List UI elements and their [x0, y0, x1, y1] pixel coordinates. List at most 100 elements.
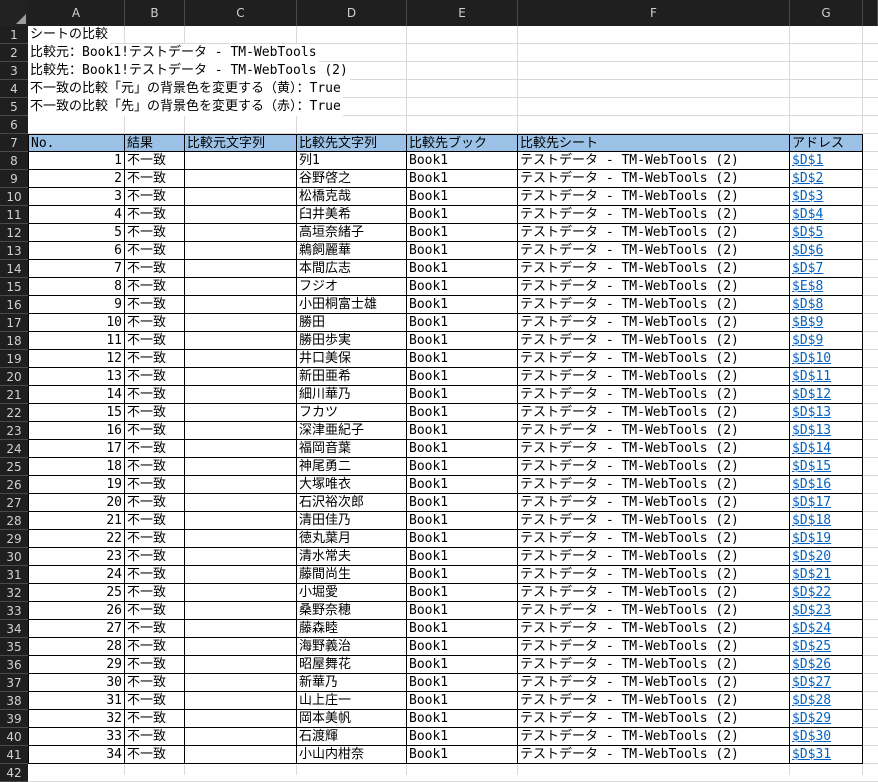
target-sheet-cell[interactable]: テストデータ - TM-WebTools (2) — [518, 746, 790, 764]
target-string-cell[interactable]: 大塚唯衣 — [297, 476, 407, 494]
target-book-cell[interactable]: Book1 — [407, 530, 518, 548]
address-link[interactable]: $B$9 — [790, 314, 863, 332]
result-cell[interactable]: 不一致 — [125, 278, 185, 296]
table-cell[interactable] — [185, 458, 297, 476]
column-header-a[interactable]: A — [28, 0, 125, 26]
result-cell[interactable]: 不一致 — [125, 260, 185, 278]
target-sheet-cell[interactable]: テストデータ - TM-WebTools (2) — [518, 386, 790, 404]
info-line[interactable]: 比較元：Book1!テストデータ - TM-WebTools — [28, 44, 319, 62]
row-header-1[interactable]: 1 — [0, 26, 28, 44]
row-number-cell[interactable]: 31 — [28, 692, 125, 710]
target-string-cell[interactable]: 細川華乃 — [297, 386, 407, 404]
target-sheet-cell[interactable]: テストデータ - TM-WebTools (2) — [518, 512, 790, 530]
result-cell[interactable]: 不一致 — [125, 566, 185, 584]
row-number-cell[interactable]: 30 — [28, 674, 125, 692]
row-header-38[interactable]: 38 — [0, 692, 28, 710]
column-header-f[interactable]: F — [518, 0, 790, 26]
row-number-cell[interactable]: 2 — [28, 170, 125, 188]
table-cell[interactable] — [185, 386, 297, 404]
table-cell[interactable] — [185, 656, 297, 674]
target-string-cell[interactable]: 徳丸葉月 — [297, 530, 407, 548]
result-cell[interactable]: 不一致 — [125, 692, 185, 710]
target-sheet-cell[interactable]: テストデータ - TM-WebTools (2) — [518, 602, 790, 620]
target-book-cell[interactable]: Book1 — [407, 638, 518, 656]
row-header-3[interactable]: 3 — [0, 62, 28, 80]
row-number-cell[interactable]: 14 — [28, 386, 125, 404]
target-sheet-cell[interactable]: テストデータ - TM-WebTools (2) — [518, 638, 790, 656]
table-cell[interactable] — [185, 260, 297, 278]
target-string-cell[interactable]: 神尾勇二 — [297, 458, 407, 476]
table-cell[interactable] — [185, 476, 297, 494]
row-number-cell[interactable]: 4 — [28, 206, 125, 224]
table-cell[interactable] — [185, 242, 297, 260]
result-cell[interactable]: 不一致 — [125, 404, 185, 422]
info-line[interactable]: 比較先：Book1!テストデータ - TM-WebTools (2) — [28, 62, 350, 80]
table-header-cell[interactable]: 比較先シート — [518, 134, 790, 152]
result-cell[interactable]: 不一致 — [125, 170, 185, 188]
target-sheet-cell[interactable]: テストデータ - TM-WebTools (2) — [518, 422, 790, 440]
target-sheet-cell[interactable]: テストデータ - TM-WebTools (2) — [518, 548, 790, 566]
target-book-cell[interactable]: Book1 — [407, 674, 518, 692]
row-header-2[interactable]: 2 — [0, 44, 28, 62]
address-link[interactable]: $D$22 — [790, 584, 863, 602]
address-link[interactable]: $D$26 — [790, 656, 863, 674]
target-sheet-cell[interactable]: テストデータ - TM-WebTools (2) — [518, 656, 790, 674]
address-link[interactable]: $D$28 — [790, 692, 863, 710]
table-cell[interactable] — [185, 692, 297, 710]
target-book-cell[interactable]: Book1 — [407, 206, 518, 224]
target-book-cell[interactable]: Book1 — [407, 260, 518, 278]
row-header-8[interactable]: 8 — [0, 152, 28, 170]
table-cell[interactable] — [185, 278, 297, 296]
column-header-g[interactable]: G — [790, 0, 863, 26]
table-cell[interactable] — [185, 638, 297, 656]
table-cell[interactable] — [185, 728, 297, 746]
result-cell[interactable]: 不一致 — [125, 386, 185, 404]
row-number-cell[interactable]: 24 — [28, 566, 125, 584]
target-string-cell[interactable]: 清水常夫 — [297, 548, 407, 566]
target-sheet-cell[interactable]: テストデータ - TM-WebTools (2) — [518, 296, 790, 314]
row-number-cell[interactable]: 7 — [28, 260, 125, 278]
row-header-21[interactable]: 21 — [0, 386, 28, 404]
select-all-corner[interactable] — [0, 0, 28, 26]
target-sheet-cell[interactable]: テストデータ - TM-WebTools (2) — [518, 170, 790, 188]
row-header-25[interactable]: 25 — [0, 458, 28, 476]
result-cell[interactable]: 不一致 — [125, 440, 185, 458]
target-string-cell[interactable]: 高垣奈緒子 — [297, 224, 407, 242]
row-header-30[interactable]: 30 — [0, 548, 28, 566]
column-header-c[interactable]: C — [185, 0, 297, 26]
row-number-cell[interactable]: 5 — [28, 224, 125, 242]
address-link[interactable]: $D$8 — [790, 296, 863, 314]
table-header-cell[interactable]: 比較先ブック — [407, 134, 518, 152]
table-cell[interactable] — [185, 530, 297, 548]
table-cell[interactable] — [185, 584, 297, 602]
row-header-26[interactable]: 26 — [0, 476, 28, 494]
table-cell[interactable] — [185, 206, 297, 224]
row-header-7[interactable]: 7 — [0, 134, 28, 152]
target-string-cell[interactable]: 小田桐富士雄 — [297, 296, 407, 314]
row-number-cell[interactable]: 25 — [28, 584, 125, 602]
target-book-cell[interactable]: Book1 — [407, 296, 518, 314]
row-number-cell[interactable]: 33 — [28, 728, 125, 746]
target-string-cell[interactable]: 深津亜紀子 — [297, 422, 407, 440]
table-cell[interactable] — [185, 224, 297, 242]
target-string-cell[interactable]: 本間広志 — [297, 260, 407, 278]
target-book-cell[interactable]: Book1 — [407, 242, 518, 260]
target-book-cell[interactable]: Book1 — [407, 512, 518, 530]
result-cell[interactable]: 不一致 — [125, 746, 185, 764]
address-link[interactable]: $E$8 — [790, 278, 863, 296]
row-number-cell[interactable]: 10 — [28, 314, 125, 332]
address-link[interactable]: $D$4 — [790, 206, 863, 224]
table-cell[interactable] — [185, 404, 297, 422]
row-number-cell[interactable]: 21 — [28, 512, 125, 530]
address-link[interactable]: $D$17 — [790, 494, 863, 512]
row-header-12[interactable]: 12 — [0, 224, 28, 242]
target-string-cell[interactable]: 昭屋舞花 — [297, 656, 407, 674]
row-header-17[interactable]: 17 — [0, 314, 28, 332]
target-string-cell[interactable]: 藤森睦 — [297, 620, 407, 638]
row-header-19[interactable]: 19 — [0, 350, 28, 368]
column-header-b[interactable]: B — [125, 0, 185, 26]
row-number-cell[interactable]: 17 — [28, 440, 125, 458]
target-sheet-cell[interactable]: テストデータ - TM-WebTools (2) — [518, 530, 790, 548]
row-header-39[interactable]: 39 — [0, 710, 28, 728]
target-sheet-cell[interactable]: テストデータ - TM-WebTools (2) — [518, 224, 790, 242]
